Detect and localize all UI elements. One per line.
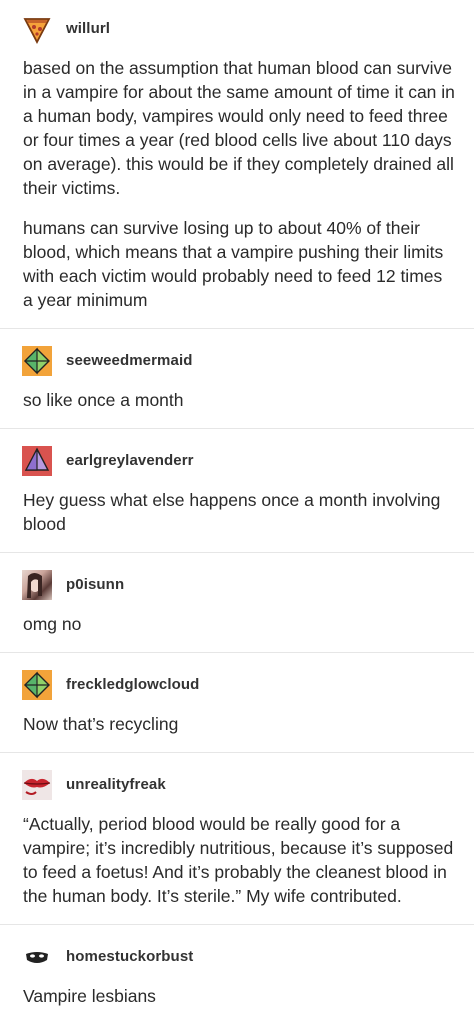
mask-icon bbox=[26, 952, 48, 963]
post-body: Vampire lesbians bbox=[23, 984, 455, 1008]
post-paragraph: omg no bbox=[23, 614, 82, 634]
divider bbox=[0, 428, 474, 429]
username[interactable]: willurl bbox=[66, 20, 110, 37]
post-paragraph: Vampire lesbians bbox=[23, 986, 156, 1006]
username[interactable]: homestuckorbust bbox=[66, 948, 193, 965]
avatar[interactable] bbox=[22, 346, 52, 376]
divider bbox=[0, 552, 474, 553]
photo-avatar[interactable] bbox=[22, 570, 52, 600]
divider bbox=[0, 328, 474, 329]
divider bbox=[0, 652, 474, 653]
post-paragraph: so like once a month bbox=[23, 390, 184, 410]
post-paragraph: “Actually, period blood would be really … bbox=[23, 814, 454, 906]
avatar[interactable] bbox=[22, 670, 52, 700]
post-header: homestuckorbust bbox=[22, 942, 442, 972]
post-body: based on the assumption that human blood… bbox=[23, 56, 455, 312]
post-header: p0isunn bbox=[22, 570, 442, 600]
lips-photo-avatar[interactable] bbox=[22, 770, 52, 800]
post-header: freckledglowcloud bbox=[22, 670, 442, 700]
lips-image bbox=[22, 770, 52, 800]
username[interactable]: seeweedmermaid bbox=[66, 352, 192, 369]
username[interactable]: unrealityfreak bbox=[66, 776, 166, 793]
post-header: willurl bbox=[22, 14, 442, 44]
avatar[interactable] bbox=[22, 942, 52, 972]
post-body: Now that’s recycling bbox=[23, 712, 455, 736]
pizza-slice-icon bbox=[23, 18, 51, 44]
username[interactable]: earlgreylavenderr bbox=[66, 452, 194, 469]
post-header: unrealityfreak bbox=[22, 770, 442, 800]
post-header: seeweedmermaid bbox=[22, 346, 442, 376]
username[interactable]: freckledglowcloud bbox=[66, 676, 199, 693]
avatar[interactable] bbox=[22, 14, 52, 44]
octahedron-icon bbox=[24, 347, 50, 375]
post-body: so like once a month bbox=[23, 388, 455, 412]
post-paragraph: humans can survive losing up to about 40… bbox=[23, 218, 444, 310]
post-body: omg no bbox=[23, 612, 455, 636]
octahedron-icon bbox=[24, 447, 50, 471]
post-paragraph: Now that’s recycling bbox=[23, 714, 179, 734]
post-paragraph: based on the assumption that human blood… bbox=[23, 58, 455, 198]
post-paragraph: Hey guess what else happens once a month… bbox=[23, 490, 441, 534]
post-body: “Actually, period blood would be really … bbox=[23, 812, 455, 908]
divider bbox=[0, 752, 474, 753]
avatar[interactable] bbox=[22, 446, 52, 476]
post-header: earlgreylavenderr bbox=[22, 446, 442, 476]
username[interactable]: p0isunn bbox=[66, 576, 124, 593]
portrait-image bbox=[27, 573, 42, 598]
divider bbox=[0, 924, 474, 925]
octahedron-icon bbox=[24, 671, 50, 699]
post-body: Hey guess what else happens once a month… bbox=[23, 488, 455, 536]
